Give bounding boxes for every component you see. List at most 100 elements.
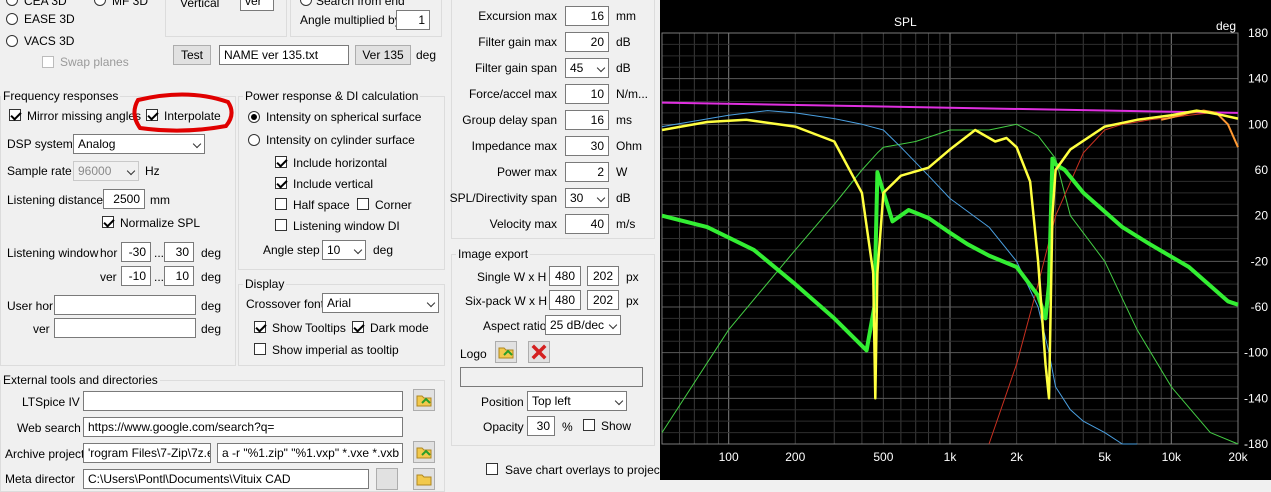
sample-rate-dropdown[interactable]: 96000 (73, 161, 139, 181)
folder-icon (498, 347, 514, 359)
sixpack-width-input[interactable]: 480 (549, 290, 581, 310)
hor-from-input[interactable]: -30 (121, 242, 151, 262)
ltspice-browse-button[interactable] (413, 389, 435, 411)
archive-exe-input[interactable]: 'rogram Files\7-Zip\7z.exe (83, 443, 211, 463)
crossover-font-value: Arial (327, 296, 352, 310)
dark-mode-checkbox[interactable] (352, 321, 364, 333)
angle-step-label: Angle step (263, 243, 320, 257)
swap-planes-checkbox[interactable] (42, 56, 54, 68)
swap-planes-label: Swap planes (60, 55, 129, 69)
x-tick-label: 2k (1010, 450, 1024, 464)
test-button[interactable]: Test (173, 45, 211, 65)
listening-window-di-checkbox[interactable] (275, 219, 287, 231)
archive-args-input[interactable]: a -r "%1.zip" "%1.vxp" *.vxe *.vxb *.vx (217, 443, 403, 463)
show-logo-checkbox[interactable] (583, 419, 595, 431)
ver-button[interactable]: Ver 135 (355, 45, 411, 65)
position-dropdown[interactable]: Top left (527, 391, 627, 411)
radio-vacs[interactable] (6, 35, 18, 47)
radio-ease[interactable] (6, 13, 18, 25)
show-tooltips-checkbox[interactable] (254, 321, 266, 333)
imperial-tooltip-checkbox[interactable] (254, 343, 266, 355)
logo-path-field[interactable] (460, 367, 643, 387)
x-tick-label: 5k (1098, 450, 1112, 464)
deg-label: deg (201, 299, 222, 313)
angle-multiplied-input[interactable]: 1 (396, 10, 430, 30)
setting-input[interactable]: 10 (565, 84, 609, 104)
sixpack-height-input[interactable]: 202 (587, 290, 619, 310)
meta-director-browse-button[interactable] (413, 468, 435, 490)
setting-label: Impedance max (471, 139, 557, 153)
radio-cea-label: CEA 3D (24, 0, 67, 8)
clear-logo-button[interactable] (528, 341, 550, 363)
red-highlight-circle (132, 92, 234, 133)
chevron-down-icon (596, 63, 606, 73)
setting-input[interactable]: 30 (565, 136, 609, 156)
corner-checkbox[interactable] (357, 198, 369, 210)
folder-icon (416, 395, 432, 407)
y-tick-label: -140 (1244, 391, 1268, 405)
frequency-responses-title: Frequency responses (1, 89, 121, 103)
setting-unit: Ohm (616, 139, 643, 153)
setting-unit: dB (616, 35, 631, 49)
angle-step-value: 10 (327, 243, 341, 257)
setting-input[interactable]: 20 (565, 32, 609, 52)
deg-label: deg (416, 48, 437, 62)
imperial-tooltip-label: Show imperial as tooltip (272, 343, 399, 357)
setting-input[interactable]: 16 (565, 110, 609, 130)
single-height-input[interactable]: 202 (587, 266, 619, 286)
x-tick-label: 500 (873, 450, 893, 464)
archive-browse-button[interactable] (413, 441, 435, 463)
position-value: Top left (532, 394, 571, 408)
spherical-radio[interactable] (248, 111, 260, 123)
listening-window-label: Listening window (7, 246, 99, 260)
setting-value: 45 (570, 61, 584, 75)
include-horizontal-checkbox[interactable] (275, 156, 287, 168)
meta-director-input[interactable]: C:\Users\Pontl\Documents\Vituix CAD (83, 469, 369, 489)
single-width-input[interactable]: 480 (549, 266, 581, 286)
power-response-title: Power response & DI calculation (243, 89, 421, 103)
include-vertical-checkbox[interactable] (275, 177, 287, 189)
user-hor-input[interactable] (54, 295, 196, 315)
setting-label: Power max (496, 165, 557, 179)
web-search-input[interactable]: https://www.google.com/search?q= (83, 417, 403, 437)
normalize-spl-checkbox[interactable] (102, 216, 114, 228)
cylinder-radio[interactable] (248, 134, 260, 146)
ltspice-path-input[interactable] (83, 391, 403, 411)
radio-button[interactable] (94, 0, 106, 6)
name-format-input[interactable]: NAME ver 135.txt (219, 45, 349, 65)
include-vertical-label: Include vertical (293, 177, 374, 191)
open-folder-button[interactable] (495, 341, 517, 363)
ver-to-input[interactable]: 10 (164, 266, 194, 286)
opacity-input[interactable]: 30 (527, 416, 555, 436)
setting-input[interactable]: 16 (565, 6, 609, 26)
y-tick-label: -180 (1244, 437, 1268, 451)
crossover-font-dropdown[interactable]: Arial (322, 293, 439, 313)
chevron-down-icon (426, 298, 436, 308)
ver-from-input[interactable]: -10 (121, 266, 151, 286)
listening-distance-input[interactable]: 2500 (103, 189, 145, 209)
setting-dropdown[interactable]: 45 (565, 58, 609, 78)
half-space-checkbox[interactable] (275, 198, 287, 210)
setting-input[interactable]: 2 (565, 162, 609, 182)
mirror-missing-checkbox[interactable] (9, 109, 21, 121)
user-ver-input[interactable] (54, 318, 196, 338)
setting-unit: dB (616, 61, 631, 75)
y-tick-label: -60 (1251, 300, 1269, 314)
dsp-system-dropdown[interactable]: Analog (73, 134, 205, 154)
hor-to-input[interactable]: 30 (164, 242, 194, 262)
web-search-label: Web search (17, 421, 81, 435)
chevron-down-icon (192, 139, 202, 149)
aspect-ratio-dropdown[interactable]: 25 dB/dec (545, 315, 621, 335)
angle-step-dropdown[interactable]: 10 (322, 240, 366, 260)
setting-dropdown[interactable]: 30 (565, 188, 609, 208)
single-size-label: Single W x H (477, 270, 547, 284)
radio-vacs-label: VACS 3D (24, 34, 75, 48)
radio-button[interactable] (6, 0, 18, 6)
external-tools-title: External tools and directories (1, 373, 160, 387)
setting-input[interactable]: 40 (565, 214, 609, 234)
meta-director-arrow-button[interactable] (376, 468, 398, 490)
vertical-input[interactable]: ver (240, 0, 274, 11)
save-overlays-checkbox[interactable] (486, 463, 498, 475)
spl-chart[interactable]: SPL deg 180 140 100 60 20 -20 -60 -100 -140 -180 100… (660, 0, 1271, 480)
position-label: Position (481, 395, 524, 409)
